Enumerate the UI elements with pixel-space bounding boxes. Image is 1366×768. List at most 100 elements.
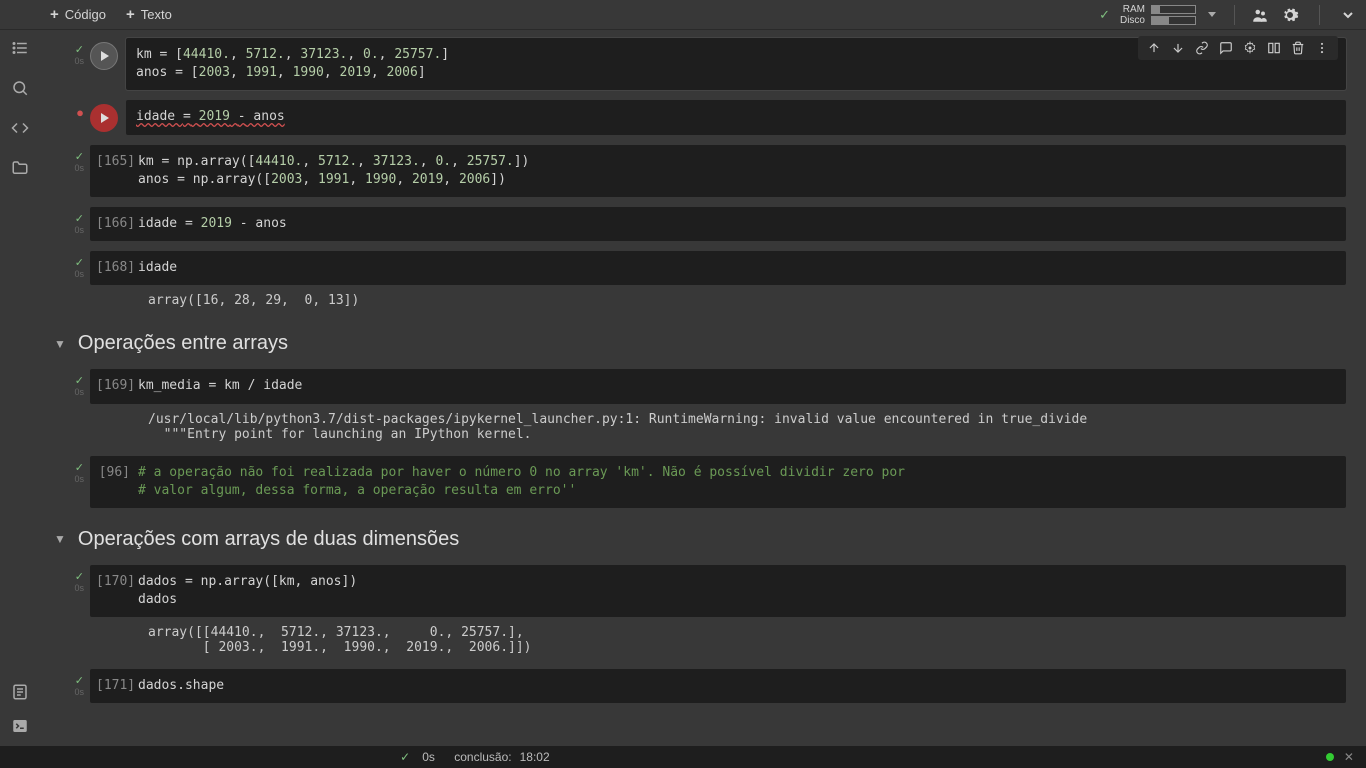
check-icon: ✓ (75, 676, 84, 686)
code-editor[interactable]: [169] km_media = km / idade (90, 369, 1346, 403)
heading-text: Operações entre arrays (78, 332, 288, 355)
check-icon: ✓ (75, 45, 84, 55)
cell-gutter: ✓ 0s (40, 369, 90, 445)
disk-label: Disco (1120, 15, 1145, 26)
status-completion-label: conclusão: (454, 750, 511, 764)
cell-prompt: [165] (90, 145, 138, 197)
cell-prompt: [169] (90, 369, 138, 403)
code-editor[interactable]: [165] km = np.array([44410., 5712., 3712… (90, 145, 1346, 197)
more-icon[interactable] (1314, 40, 1330, 56)
cell-prompt: [96] (90, 456, 138, 508)
cell-prompt: [166] (90, 207, 138, 241)
gear-icon[interactable] (1281, 6, 1299, 24)
code-editor[interactable]: [170] dados = np.array([km, anos]) dados (90, 565, 1346, 617)
status-bar: ✓ 0s conclusão: 18:02 ✕ (0, 746, 1366, 768)
cell-output: array([[44410., 5712., 37123., 0., 25757… (90, 617, 1346, 659)
collapse-icon[interactable]: ▼ (54, 532, 66, 546)
code-cell[interactable]: ✓ 0s[165] km = np.array([44410., 5712., … (40, 145, 1346, 197)
mirror-icon[interactable] (1266, 40, 1282, 56)
check-icon: ✓ (75, 152, 84, 162)
code-cell[interactable]: ✓ 0s[171] dados.shape (40, 669, 1346, 703)
code-cell[interactable]: ✓ 0s[166] idade = 2019 - anos (40, 207, 1346, 241)
cell-prompt: [170] (90, 565, 138, 617)
run-cell-button[interactable] (90, 42, 118, 70)
code-cell[interactable]: ✓ 0s[96] # a operação não foi realizada … (40, 456, 1346, 508)
delete-icon[interactable] (1290, 40, 1306, 56)
cell-output: array([16, 28, 29, 0, 13]) (90, 285, 1346, 312)
notebook-area[interactable]: ✓ 0skm = [44410., 5712., 37123., 0., 257… (40, 30, 1366, 746)
add-code-button[interactable]: + Código (40, 2, 116, 27)
collapse-icon[interactable]: ▼ (54, 337, 66, 351)
ram-label: RAM (1120, 4, 1145, 15)
cell-toolbar (1138, 36, 1338, 60)
code-cell[interactable]: ✓ 0s[169] km_media = km / idade/usr/loca… (40, 369, 1346, 445)
connection-indicator (1326, 753, 1334, 761)
link-icon[interactable] (1194, 40, 1210, 56)
run-cell-button[interactable] (90, 104, 118, 132)
cell-prompt: [171] (90, 669, 138, 703)
check-icon: ✓ (1099, 7, 1110, 23)
exec-time: 0s (74, 387, 84, 397)
exec-time: 0s (74, 583, 84, 593)
code-snippet-icon[interactable] (10, 118, 30, 138)
check-icon: ✓ (75, 258, 84, 268)
code-editor[interactable]: [168] idade (90, 251, 1346, 285)
exec-time: 0s (74, 474, 84, 484)
check-icon: ✓ (75, 572, 84, 582)
exec-time: 0s (74, 163, 84, 173)
top-toolbar: + Código + Texto ✓ RAM Disco (0, 0, 1366, 30)
toc-icon[interactable] (10, 38, 30, 58)
add-text-button[interactable]: + Texto (116, 2, 182, 27)
exec-time: 0s (74, 225, 84, 235)
chevron-down-icon[interactable] (1340, 7, 1356, 23)
section-heading: ▼ Operações entre arrays (54, 332, 1346, 355)
folder-icon[interactable] (10, 158, 30, 178)
chevron-down-icon[interactable] (1208, 12, 1216, 17)
exec-time: 0s (74, 269, 84, 279)
comment-icon[interactable] (1218, 40, 1234, 56)
cell-gutter: ✓ 0s (40, 456, 90, 508)
close-icon[interactable]: ✕ (1344, 750, 1354, 764)
heading-text: Operações com arrays de duas dimensões (78, 528, 459, 551)
terminal-icon[interactable] (10, 716, 30, 736)
cell-gutter: ✓ 0s (40, 145, 90, 197)
settings-icon[interactable] (1242, 40, 1258, 56)
cell-gutter: ✓ 0s (40, 38, 90, 90)
cell-gutter: ✓ 0s (40, 251, 90, 312)
code-cell[interactable]: ● idade = 2019 - anos (40, 100, 1346, 134)
ram-bar (1151, 5, 1196, 14)
move-up-icon[interactable] (1146, 40, 1162, 56)
cell-output: /usr/local/lib/python3.7/dist-packages/i… (90, 404, 1346, 446)
check-icon: ✓ (400, 750, 410, 764)
play-icon (101, 113, 109, 123)
document-icon[interactable] (10, 682, 30, 702)
status-completion-time: 18:02 (520, 750, 550, 764)
play-icon (101, 51, 109, 61)
code-cell[interactable]: ✓ 0s[168] idadearray([16, 28, 29, 0, 13]… (40, 251, 1346, 312)
cell-gutter: ✓ 0s (40, 565, 90, 659)
cell-gutter: ✓ 0s (40, 207, 90, 241)
share-icon[interactable] (1251, 6, 1269, 24)
search-icon[interactable] (10, 78, 30, 98)
code-cell[interactable]: ✓ 0s[170] dados = np.array([km, anos]) d… (40, 565, 1346, 659)
cell-gutter: ● (40, 100, 90, 134)
exec-time: 0s (74, 687, 84, 697)
add-text-label: Texto (141, 7, 172, 22)
code-cell[interactable]: ✓ 0skm = [44410., 5712., 37123., 0., 257… (40, 38, 1346, 90)
disk-bar (1151, 16, 1196, 25)
check-icon: ✓ (75, 463, 84, 473)
left-sidebar (0, 30, 40, 746)
check-icon: ✓ (75, 214, 84, 224)
move-down-icon[interactable] (1170, 40, 1186, 56)
code-editor[interactable]: [166] idade = 2019 - anos (90, 207, 1346, 241)
plus-icon: + (50, 6, 59, 23)
code-editor[interactable]: [171] dados.shape (90, 669, 1346, 703)
cell-prompt: [168] (90, 251, 138, 285)
cell-gutter: ✓ 0s (40, 669, 90, 703)
code-editor[interactable]: [96] # a operação não foi realizada por … (90, 456, 1346, 508)
resource-indicator[interactable]: ✓ RAM Disco (1099, 4, 1216, 26)
code-editor[interactable]: idade = 2019 - anos (126, 100, 1346, 134)
check-icon: ✓ (75, 376, 84, 386)
exec-time: 0s (74, 56, 84, 66)
error-icon: ● (76, 107, 84, 119)
